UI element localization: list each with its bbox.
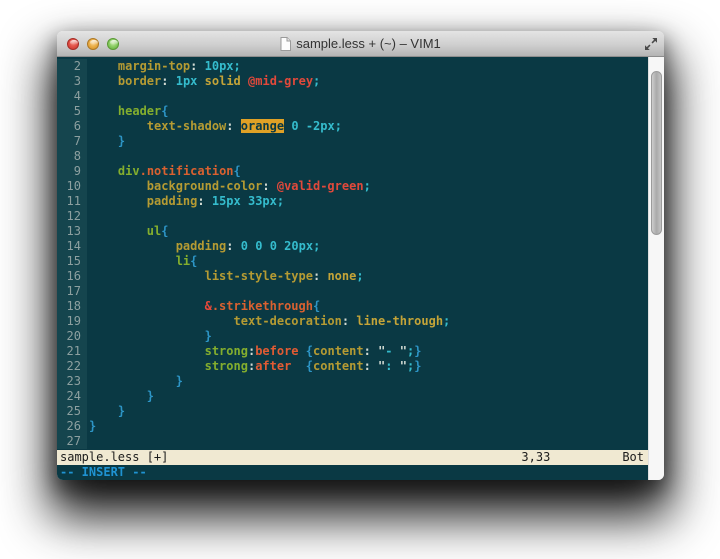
line-number: 23: [57, 374, 87, 389]
code-line: 27: [57, 434, 648, 449]
line-number: 12: [57, 209, 87, 224]
code-line: 22 strong:after {content: ": ";}: [57, 359, 648, 374]
window-controls: [67, 38, 119, 50]
code-line: 3 border: 1px solid @mid-grey;: [57, 74, 648, 89]
code-text: [87, 209, 89, 224]
code-line: 15 li{: [57, 254, 648, 269]
code-text: margin-top: 10px;: [87, 59, 241, 74]
line-number: 27: [57, 434, 87, 449]
code-line: 19 text-decoration: line-through;: [57, 314, 648, 329]
code-line: 6 text-shadow: orange 0 -2px;: [57, 119, 648, 134]
mode-indicator: -- INSERT --: [57, 465, 648, 480]
code-text: }: [87, 419, 96, 434]
line-number: 22: [57, 359, 87, 374]
line-number: 3: [57, 74, 87, 89]
code-text: }: [87, 389, 154, 404]
code-line: 10 background-color: @valid-green;: [57, 179, 648, 194]
vim-editor: 2 margin-top: 10px;3 border: 1px solid @…: [57, 57, 648, 480]
code-text: padding: 0 0 0 20px;: [87, 239, 320, 254]
code-text: [87, 434, 89, 449]
scrollbar-thumb[interactable]: [651, 71, 662, 235]
minimize-button[interactable]: [87, 38, 99, 50]
line-number: 21: [57, 344, 87, 359]
line-number: 24: [57, 389, 87, 404]
line-number: 16: [57, 269, 87, 284]
code-text: ul{: [87, 224, 168, 239]
code-line: 17: [57, 284, 648, 299]
code-text: [87, 149, 89, 164]
close-button[interactable]: [67, 38, 79, 50]
code-line: 5 header{: [57, 104, 648, 119]
code-line: 4: [57, 89, 648, 104]
code-line: 25 }: [57, 404, 648, 419]
code-line: 16 list-style-type: none;: [57, 269, 648, 284]
line-number: 10: [57, 179, 87, 194]
title-bar[interactable]: sample.less + (~) – VIM1: [57, 31, 664, 57]
line-number: 7: [57, 134, 87, 149]
line-number: 19: [57, 314, 87, 329]
code-text: strong:before {content: "- ";}: [87, 344, 421, 359]
code-line: 23 }: [57, 374, 648, 389]
code-line: 8: [57, 149, 648, 164]
zoom-button[interactable]: [107, 38, 119, 50]
scrollbar[interactable]: [648, 57, 664, 480]
line-number: 18: [57, 299, 87, 314]
code-line: 11 padding: 15px 33px;: [57, 194, 648, 209]
code-text: list-style-type: none;: [87, 269, 364, 284]
fullscreen-icon[interactable]: [644, 37, 658, 51]
line-number: 20: [57, 329, 87, 344]
line-number: 14: [57, 239, 87, 254]
window-title: sample.less + (~) – VIM1: [296, 36, 441, 51]
line-number: 8: [57, 149, 87, 164]
line-number: 4: [57, 89, 87, 104]
code-line: 18 &.strikethrough{: [57, 299, 648, 314]
code-text: text-decoration: line-through;: [87, 314, 450, 329]
status-bar: sample.less [+] 3,33 Bot: [57, 450, 648, 465]
code-area[interactable]: 2 margin-top: 10px;3 border: 1px solid @…: [57, 57, 648, 450]
code-line: 12: [57, 209, 648, 224]
status-position: Bot: [622, 450, 644, 465]
code-text: background-color: @valid-green;: [87, 179, 371, 194]
status-file: sample.less [+]: [60, 450, 168, 465]
code-text: &.strikethrough{: [87, 299, 320, 314]
window-title-group: sample.less + (~) – VIM1: [57, 31, 664, 56]
line-number: 26: [57, 419, 87, 434]
line-number: 11: [57, 194, 87, 209]
code-text: padding: 15px 33px;: [87, 194, 284, 209]
code-line: 26}: [57, 419, 648, 434]
line-number: 6: [57, 119, 87, 134]
code-line: 14 padding: 0 0 0 20px;: [57, 239, 648, 254]
code-text: }: [87, 404, 125, 419]
line-number: 25: [57, 404, 87, 419]
code-text: strong:after {content: ": ";}: [87, 359, 421, 374]
code-text: li{: [87, 254, 197, 269]
terminal-window: sample.less + (~) – VIM1 2 margin-top: 1…: [57, 31, 664, 480]
window-body: 2 margin-top: 10px;3 border: 1px solid @…: [57, 57, 664, 480]
line-number: 5: [57, 104, 87, 119]
code-line: 20 }: [57, 329, 648, 344]
code-text: header{: [87, 104, 169, 119]
line-number: 2: [57, 59, 87, 74]
code-text: border: 1px solid @mid-grey;: [87, 74, 320, 89]
code-line: 9 div.notification{: [57, 164, 648, 179]
line-number: 9: [57, 164, 87, 179]
line-number: 17: [57, 284, 87, 299]
code-line: 7 }: [57, 134, 648, 149]
code-line: 13 ul{: [57, 224, 648, 239]
status-ruler: 3,33: [521, 450, 550, 465]
code-line: 2 margin-top: 10px;: [57, 59, 648, 74]
code-text: [87, 284, 89, 299]
line-number: 13: [57, 224, 87, 239]
code-text: div.notification{: [87, 164, 241, 179]
code-text: [87, 89, 89, 104]
line-number: 15: [57, 254, 87, 269]
code-text: }: [87, 329, 212, 344]
document-icon: [280, 37, 291, 51]
code-text: }: [87, 134, 125, 149]
code-text: text-shadow: orange 0 -2px;: [87, 119, 342, 134]
code-line: 24 }: [57, 389, 648, 404]
code-line: 21 strong:before {content: "- ";}: [57, 344, 648, 359]
code-text: }: [87, 374, 183, 389]
